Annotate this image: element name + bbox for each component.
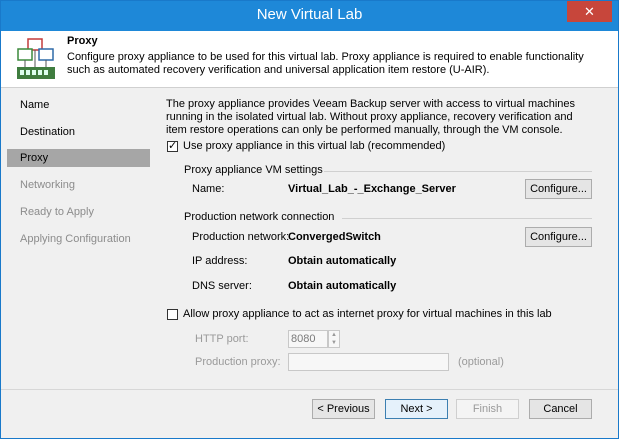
previous-button[interactable]: < Previous bbox=[312, 399, 375, 419]
configure-network-button[interactable]: Configure... bbox=[525, 227, 592, 247]
ip-address-label: IP address: bbox=[192, 255, 248, 267]
close-button[interactable]: ✕ bbox=[567, 1, 612, 22]
dns-server-label: DNS server: bbox=[192, 280, 252, 292]
page-description: Configure proxy appliance to be used for… bbox=[67, 51, 584, 76]
footer-divider bbox=[1, 389, 618, 390]
step-ready-to-apply: Ready to Apply bbox=[20, 206, 94, 218]
intro-text: The proxy appliance provides Veeam Backu… bbox=[166, 98, 576, 136]
step-destination[interactable]: Destination bbox=[7, 123, 150, 141]
step-proxy[interactable]: Proxy bbox=[7, 149, 150, 167]
optional-label: (optional) bbox=[458, 356, 504, 368]
cancel-button[interactable]: Cancel bbox=[529, 399, 592, 419]
use-proxy-label[interactable]: Use proxy appliance in this virtual lab … bbox=[183, 140, 445, 152]
configure-vm-button[interactable]: Configure... bbox=[525, 179, 592, 199]
next-button[interactable]: Next > bbox=[385, 399, 448, 419]
use-proxy-checkbox[interactable] bbox=[167, 139, 178, 152]
finish-button: Finish bbox=[456, 399, 519, 419]
page-title: Proxy bbox=[67, 35, 98, 47]
virtual-lab-network-icon bbox=[15, 37, 57, 86]
production-proxy-input[interactable] bbox=[288, 353, 449, 371]
production-divider bbox=[342, 218, 592, 219]
new-virtual-lab-window: New Virtual Lab ✕ Proxy Configure proxy … bbox=[0, 0, 619, 439]
http-port-label: HTTP port: bbox=[195, 333, 249, 345]
title-bar[interactable]: New Virtual Lab ✕ bbox=[1, 1, 618, 31]
production-network-label: Production network: bbox=[192, 231, 290, 243]
http-port-input[interactable]: 8080 bbox=[288, 330, 328, 348]
production-proxy-label: Production proxy: bbox=[195, 356, 281, 368]
internet-proxy-checkbox[interactable] bbox=[167, 309, 178, 320]
step-networking: Networking bbox=[20, 179, 76, 191]
window-title: New Virtual Lab bbox=[256, 6, 363, 23]
production-network-value: ConvergedSwitch bbox=[288, 231, 381, 243]
production-group-label: Production network connection bbox=[184, 211, 335, 223]
wizard-header: Proxy Configure proxy appliance to be us… bbox=[1, 31, 618, 88]
step-applying-configuration: Applying Configuration bbox=[20, 233, 131, 245]
wizard-steps: Name Destination Proxy Networking Ready … bbox=[1, 88, 156, 388]
proxy-name-value: Virtual_Lab_-_Exchange_Server bbox=[288, 183, 456, 195]
ip-address-value: Obtain automatically bbox=[288, 255, 397, 267]
http-port-spinner[interactable]: ▲ ▼ bbox=[328, 330, 340, 348]
internet-proxy-label[interactable]: Allow proxy appliance to act as internet… bbox=[183, 308, 552, 320]
dns-server-value: Obtain automatically bbox=[288, 280, 397, 292]
name-label: Name: bbox=[192, 183, 225, 195]
vm-settings-group-label: Proxy appliance VM settings bbox=[184, 164, 323, 176]
vm-settings-divider bbox=[324, 171, 592, 172]
step-name[interactable]: Name bbox=[7, 96, 150, 114]
proxy-settings-panel: The proxy appliance provides Veeam Backu… bbox=[164, 88, 604, 388]
